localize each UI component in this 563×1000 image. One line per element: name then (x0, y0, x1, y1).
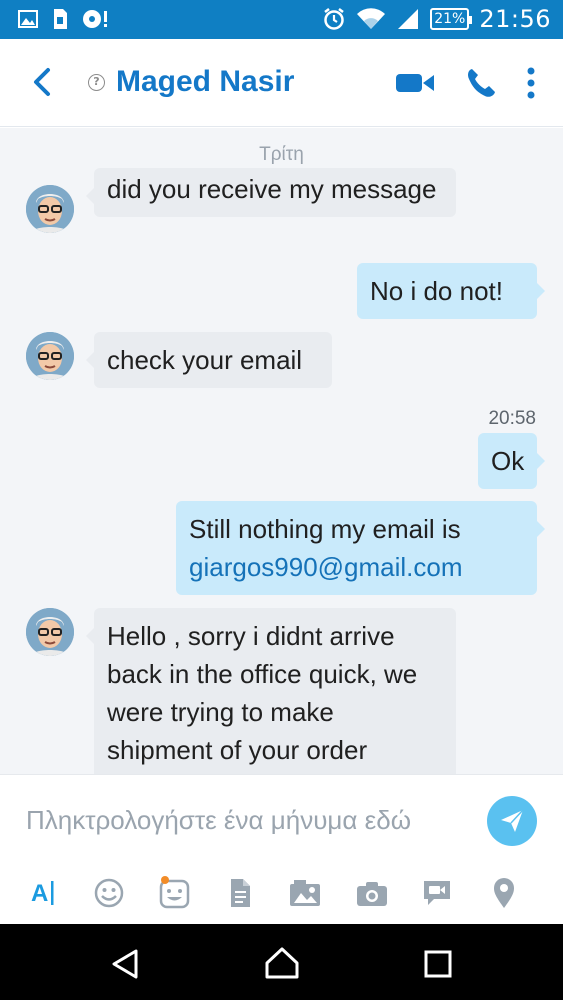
send-icon (501, 809, 524, 832)
back-arrow-icon[interactable] (30, 67, 54, 97)
chat-history[interactable]: Τρίτη did you receive my message No i do… (0, 128, 563, 774)
message-text: Still nothing my email is (189, 514, 461, 544)
emoticon-icon[interactable] (91, 875, 127, 911)
sim-card-icon (54, 9, 67, 29)
header-actions (395, 67, 535, 99)
location-icon[interactable] (486, 875, 522, 911)
outgoing-message[interactable]: Still nothing my email is giargos990@gma… (176, 501, 545, 595)
sync-alert-icon (83, 10, 107, 28)
recents-icon[interactable] (424, 950, 452, 978)
camera-icon[interactable] (354, 875, 390, 911)
incoming-message[interactable]: check your email (86, 332, 332, 388)
message-input[interactable] (26, 805, 476, 836)
presence-unknown-icon: ? (88, 74, 105, 91)
message-composer: A (0, 774, 563, 924)
incoming-message[interactable]: Hello , sorry i didnt arrive back in the… (86, 608, 456, 774)
back-triangle-icon[interactable] (110, 948, 140, 980)
moji-icon[interactable] (157, 875, 193, 911)
message-timestamp: 20:58 (488, 408, 536, 429)
send-button[interactable] (487, 796, 537, 846)
outgoing-message[interactable]: Ok (478, 433, 545, 489)
contact-name[interactable]: Maged Nasir (116, 65, 294, 99)
outgoing-message[interactable]: No i do not! (357, 263, 545, 319)
clock: 21:56 (479, 5, 551, 33)
email-link[interactable]: giargos990@gmail.com (189, 552, 463, 582)
file-icon[interactable] (222, 875, 258, 911)
alarm-icon (324, 8, 344, 30)
conversation-header: ? Maged Nasir (0, 39, 563, 127)
video-message-icon[interactable] (419, 875, 455, 911)
composer-toolbar: A (0, 875, 563, 915)
media-icon[interactable] (287, 875, 323, 911)
system-navigation-bar (0, 924, 563, 1000)
notification-icons (18, 8, 110, 30)
avatar-image (26, 332, 74, 380)
avatar-image (26, 608, 74, 656)
voice-call-icon[interactable] (465, 67, 497, 99)
svg-text:A: A (31, 880, 48, 907)
text-format-icon[interactable]: A (25, 875, 61, 911)
avatar[interactable] (26, 332, 74, 380)
day-separator: Τρίτη (259, 144, 304, 165)
avatar-image (26, 185, 74, 233)
signal-icon (398, 9, 419, 29)
gallery-icon (18, 10, 38, 28)
home-icon[interactable] (264, 946, 300, 980)
avatar[interactable] (26, 608, 74, 656)
video-call-icon[interactable] (395, 71, 435, 95)
battery-indicator: 21% (430, 8, 473, 30)
incoming-message[interactable]: did you receive my message (86, 168, 456, 217)
status-bar: 21% 21:56 (0, 0, 563, 39)
more-vertical-icon[interactable] (527, 67, 535, 99)
wifi-icon (357, 8, 386, 30)
system-icons: 21% 21:56 (322, 5, 551, 33)
avatar[interactable] (26, 185, 74, 233)
